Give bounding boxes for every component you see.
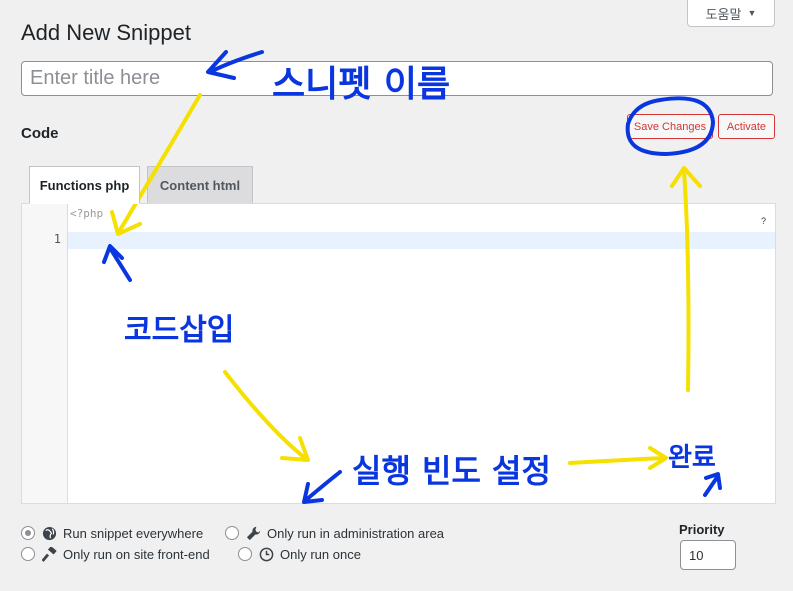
scope-label-frontend: Only run on site front-end [63, 546, 210, 562]
priority-input[interactable] [680, 540, 736, 570]
radio-frontend[interactable] [21, 547, 35, 561]
scope-label-admin: Only run in administration area [267, 525, 445, 541]
clock-icon [258, 546, 274, 562]
code-heading: Code [21, 125, 59, 142]
caret-down-icon: ▼ [747, 8, 757, 18]
page-title: Add New Snippet [21, 20, 191, 45]
radio-admin[interactable] [225, 526, 239, 540]
snippet-title-input[interactable] [21, 61, 773, 96]
scope-option-frontend[interactable]: Only run on site front-end [21, 546, 210, 562]
php-open-tag: <?php [70, 207, 104, 220]
scope-option-admin[interactable]: Only run in administration area [225, 525, 444, 541]
line-number-gutter: 1 [22, 204, 68, 503]
hammer-icon [41, 546, 57, 562]
scope-label-once: Only run once [280, 546, 361, 562]
priority-label: Priority [679, 522, 725, 537]
help-label: 도움말 [705, 6, 742, 22]
scope-label-everywhere: Run snippet everywhere [63, 525, 204, 541]
line-number: 1 [53, 232, 61, 246]
scope-option-everywhere[interactable]: Run snippet everywhere [21, 525, 203, 541]
active-code-line[interactable] [68, 232, 775, 249]
activate-button[interactable]: Activate [718, 114, 775, 139]
wrench-icon [245, 525, 261, 541]
radio-once[interactable] [238, 547, 252, 561]
globe-icon [41, 525, 57, 541]
save-changes-button[interactable]: Save Changes [627, 114, 713, 139]
tab-functions-php[interactable]: Functions php [29, 166, 140, 204]
help-dropdown-button[interactable]: 도움말 ▼ [687, 0, 775, 27]
code-editor[interactable]: 1 <?php ? [21, 203, 776, 504]
editor-help-icon[interactable]: ? [761, 216, 766, 226]
radio-everywhere[interactable] [21, 526, 35, 540]
scope-option-once[interactable]: Only run once [238, 546, 361, 562]
tab-content-html[interactable]: Content html [147, 166, 253, 204]
